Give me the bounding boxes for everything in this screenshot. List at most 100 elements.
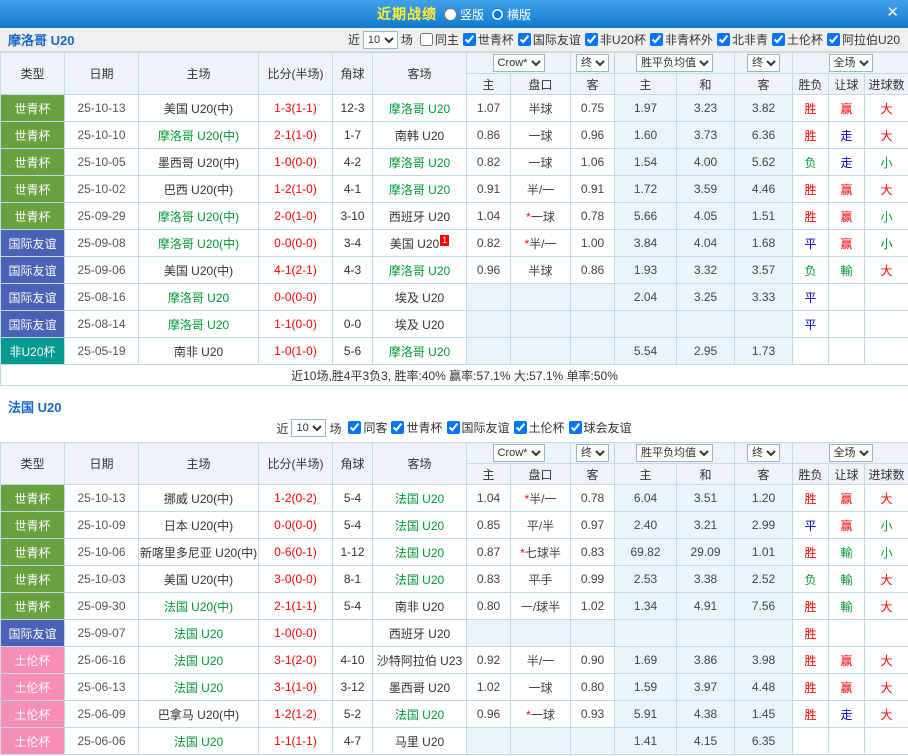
cell-competition: 世青杯 xyxy=(1,203,65,230)
wdl-time-header: 终 xyxy=(735,53,793,74)
filter-checkbox[interactable]: 同客 xyxy=(348,419,387,436)
cell-date: 25-10-06 xyxy=(65,539,139,566)
filter-checkbox[interactable]: 阿拉伯U20 xyxy=(827,31,900,48)
scope-header: 全场 xyxy=(793,53,908,74)
filter-checkbox[interactable]: 土伦杯 xyxy=(514,419,565,436)
cell-odds-home xyxy=(467,620,511,647)
cell-avg-home xyxy=(615,311,677,338)
cell-result: 胜 xyxy=(793,674,829,701)
odds-time-select[interactable]: 终 xyxy=(576,54,609,72)
cell-avg-home: 5.91 xyxy=(615,701,677,728)
cell-result: 负 xyxy=(793,257,829,284)
filter-checkbox-input[interactable] xyxy=(420,33,433,46)
recent-count-select[interactable]: 10 xyxy=(363,31,398,49)
filter-checkbox-input[interactable] xyxy=(717,33,730,46)
filter-checkbox[interactable]: 同主 xyxy=(420,31,459,48)
match-row: 国际友谊25-08-14摩洛哥 U201-1(0-0)0-0埃及 U20平 xyxy=(1,311,908,338)
team-title: 摩洛哥 U20 xyxy=(8,30,74,49)
cell-score: 4-1(2-1) xyxy=(259,257,333,284)
cell-avg-away: 4.46 xyxy=(735,176,793,203)
filter-checkbox[interactable]: 非青杯外 xyxy=(650,31,713,48)
filter-checkbox-input[interactable] xyxy=(772,33,785,46)
cell-away-team: 法国 U20 xyxy=(373,701,467,728)
cell-odds-away: 1.06 xyxy=(571,149,615,176)
filter-checkbox[interactable]: 球会友谊 xyxy=(569,419,632,436)
filter-checkbox-input[interactable] xyxy=(463,33,476,46)
recent-count-select[interactable]: 10 xyxy=(291,419,326,437)
cell-odds-home xyxy=(467,311,511,338)
layout-horizontal-option[interactable]: 横版 xyxy=(491,6,531,23)
cell-competition: 国际友谊 xyxy=(1,620,65,647)
cell-avg-away: 1.20 xyxy=(735,485,793,512)
cell-odds-away: 0.78 xyxy=(571,485,615,512)
vertical-radio[interactable] xyxy=(444,8,457,21)
team-results-section: 摩洛哥 U20 近 10 场 同主世青杯国际友谊非U20杯非青杯外北非青土伦杯阿… xyxy=(0,28,908,386)
cell-date: 25-10-10 xyxy=(65,122,139,149)
cell-date: 25-09-08 xyxy=(65,230,139,257)
cell-handicap-result: 赢 xyxy=(829,674,865,701)
scope-select[interactable]: 全场 xyxy=(829,54,873,72)
cell-away-team: 马里 U20 xyxy=(373,728,467,755)
filter-checkbox-input[interactable] xyxy=(514,421,527,434)
cell-score: 0-0(0-0) xyxy=(259,230,333,257)
filter-checkbox[interactable]: 世青杯 xyxy=(391,419,442,436)
subcol-odds-home: 主 xyxy=(467,74,511,95)
cell-date: 25-06-16 xyxy=(65,647,139,674)
filter-checkbox[interactable]: 世青杯 xyxy=(463,31,514,48)
cell-odds-away: 0.96 xyxy=(571,122,615,149)
cell-home-team: 新喀里多尼亚 U20(中) xyxy=(139,539,259,566)
odds-company-select[interactable]: Crow* xyxy=(493,54,545,72)
cell-home-team: 挪威 U20(中) xyxy=(139,485,259,512)
filter-checkbox[interactable]: 国际友谊 xyxy=(447,419,510,436)
horizontal-radio[interactable] xyxy=(491,8,504,21)
filter-checkbox-input[interactable] xyxy=(650,33,663,46)
filter-checkbox[interactable]: 国际友谊 xyxy=(518,31,581,48)
cell-result: 胜 xyxy=(793,701,829,728)
filter-checkbox[interactable]: 土伦杯 xyxy=(772,31,823,48)
wdl-average-select[interactable]: 胜平负均值 xyxy=(636,444,713,462)
filter-checkbox-input[interactable] xyxy=(348,421,361,434)
games-label: 场 xyxy=(329,420,341,437)
cell-result: 胜 xyxy=(793,122,829,149)
filter-checkbox-input[interactable] xyxy=(518,33,531,46)
subcol-handicap-result: 让球 xyxy=(829,74,865,95)
odds-company-select[interactable]: Crow* xyxy=(493,444,545,462)
filter-checkbox-input[interactable] xyxy=(391,421,404,434)
filter-checkbox[interactable]: 非U20杯 xyxy=(585,31,646,48)
wdl-average-select[interactable]: 胜平负均值 xyxy=(636,54,713,72)
cell-goals: 大 xyxy=(865,257,908,284)
subcol-handicap: 盘口 xyxy=(511,74,571,95)
cell-avg-draw: 3.25 xyxy=(677,284,735,311)
cell-date: 25-10-05 xyxy=(65,149,139,176)
cell-avg-away: 6.35 xyxy=(735,728,793,755)
summary-text: 近10场,胜4平3负3, 胜率:40% 赢率:57.1% 大:57.1% 单率:… xyxy=(1,365,908,386)
odds-time-select[interactable]: 终 xyxy=(576,444,609,462)
wdl-time-select[interactable]: 终 xyxy=(747,444,780,462)
cell-odds-away: 0.78 xyxy=(571,203,615,230)
filter-checkbox-input[interactable] xyxy=(585,33,598,46)
cell-avg-home xyxy=(615,620,677,647)
filter-checkbox-input[interactable] xyxy=(569,421,582,434)
cell-avg-home: 3.84 xyxy=(615,230,677,257)
cell-avg-draw: 4.05 xyxy=(677,203,735,230)
close-icon[interactable]: ✕ xyxy=(886,5,899,21)
cell-away-team: 摩洛哥 U20 xyxy=(373,257,467,284)
wdl-time-select[interactable]: 终 xyxy=(747,54,780,72)
filter-checkbox-input[interactable] xyxy=(827,33,840,46)
cell-home-team: 摩洛哥 U20 xyxy=(139,284,259,311)
cell-competition: 国际友谊 xyxy=(1,311,65,338)
match-row: 世青杯25-10-10摩洛哥 U20(中)2-1(1-0)1-7南韩 U200.… xyxy=(1,122,908,149)
cell-result: 胜 xyxy=(793,203,829,230)
cell-handicap-result: 輸 xyxy=(829,566,865,593)
filter-checkbox-input[interactable] xyxy=(447,421,460,434)
cell-home-team: 法国 U20 xyxy=(139,674,259,701)
cell-away-team: 摩洛哥 U20 xyxy=(373,176,467,203)
filter-checkbox[interactable]: 北非青 xyxy=(717,31,768,48)
cell-home-team: 巴西 U20(中) xyxy=(139,176,259,203)
cell-result: 胜 xyxy=(793,593,829,620)
cell-result xyxy=(793,338,829,365)
cell-handicap: 一球 xyxy=(511,122,571,149)
layout-vertical-option[interactable]: 竖版 xyxy=(444,6,484,23)
subcol-avg-draw: 和 xyxy=(677,464,735,485)
scope-select[interactable]: 全场 xyxy=(829,444,873,462)
